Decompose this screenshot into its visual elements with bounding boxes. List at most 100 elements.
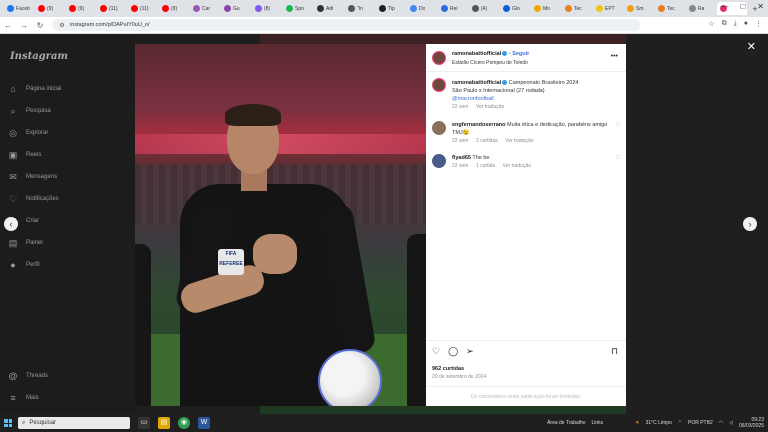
comment-avatar[interactable] xyxy=(432,121,446,135)
share-send-icon[interactable]: ➢ xyxy=(466,346,474,357)
sidebar-item[interactable]: ▣ Reels xyxy=(8,150,42,160)
likes-count[interactable]: 962 curtidas xyxy=(432,366,464,372)
caption-match: São Paulo x Internacional (27 rodada) xyxy=(452,88,545,94)
extensions-icon[interactable]: ⧉ xyxy=(722,20,727,28)
chrome-icon[interactable]: ◉ xyxy=(178,417,190,429)
chevron-up-icon[interactable]: ⌃ xyxy=(678,420,682,426)
comment-username[interactable]: flyad65 xyxy=(452,155,471,161)
language-indicator[interactable]: POR PTB2 xyxy=(688,420,713,426)
browser-tab[interactable]: Gu xyxy=(221,2,250,15)
caption-avatar[interactable] xyxy=(432,78,446,92)
weather-text[interactable]: 31°C Limpo xyxy=(646,420,672,426)
browser-tab[interactable]: (4) xyxy=(469,2,498,15)
more-options-icon[interactable]: ••• xyxy=(611,53,618,60)
browser-tab[interactable]: Tec xyxy=(562,2,591,15)
word-icon[interactable]: W xyxy=(198,417,210,429)
downloads-icon[interactable]: ⤓ xyxy=(734,20,737,28)
sidebar-bottom-item[interactable]: @ Threads xyxy=(8,371,48,381)
instagram-logo[interactable]: Instagram xyxy=(10,51,68,62)
browser-tab[interactable]: Do xyxy=(407,2,436,15)
caption-username[interactable]: ramonabattiofficial xyxy=(452,80,501,86)
home-icon: ⌂ xyxy=(10,84,16,94)
save-bookmark-icon[interactable]: ⊓ xyxy=(611,346,618,357)
browser-tab[interactable]: Ra xyxy=(686,2,715,15)
sidebar-item[interactable]: ● Perfil xyxy=(8,260,39,270)
tab-title: (11) xyxy=(140,5,149,12)
comment-likes[interactable]: 2 curtidas xyxy=(476,138,498,144)
follow-button[interactable]: Seguir xyxy=(512,51,529,57)
start-button[interactable] xyxy=(0,414,16,432)
comment-like-heart-icon[interactable]: ♡ xyxy=(615,122,620,128)
forward-icon[interactable]: → xyxy=(20,21,28,30)
sun-icon: ☀ xyxy=(635,420,640,426)
prev-post-arrow-icon[interactable]: ‹ xyxy=(4,217,18,231)
browser-tab[interactable]: Mo xyxy=(531,2,560,15)
comment-username[interactable]: engfernandoserrano xyxy=(452,122,505,128)
next-post-arrow-icon[interactable]: › xyxy=(743,217,757,231)
comment-translate-link[interactable]: Ver tradução xyxy=(503,163,531,169)
links-label[interactable]: Links xyxy=(591,420,603,426)
tab-favicon-icon xyxy=(410,5,417,12)
sidebar-item[interactable]: ▤ Painel xyxy=(8,238,43,248)
comment-likes[interactable]: 1 curtida xyxy=(476,163,495,169)
back-icon[interactable]: ← xyxy=(4,21,12,30)
site-info-icon[interactable]: ⚙ xyxy=(58,22,66,29)
profile-avatar-icon[interactable]: ● xyxy=(744,20,748,28)
browser-tab[interactable]: Adi xyxy=(314,2,343,15)
bookmark-star-icon[interactable]: ☆ xyxy=(708,20,714,28)
address-bar[interactable]: ⚙ instagram.com/p/DAPuIY0uU_o/ xyxy=(52,19,640,31)
browser-tab[interactable]: Glo xyxy=(500,2,529,15)
like-heart-icon[interactable]: ♡ xyxy=(432,346,440,357)
reload-icon[interactable]: ↻ xyxy=(36,21,44,30)
caption-translate-link[interactable]: Ver tradução xyxy=(476,104,504,110)
browser-tab[interactable]: Tec xyxy=(655,2,684,15)
browser-tab[interactable]: Rei xyxy=(438,2,467,15)
comment-like-heart-icon[interactable]: ♡ xyxy=(615,155,620,161)
browser-tab[interactable]: Spo xyxy=(283,2,312,15)
maximize-icon[interactable]: □ xyxy=(740,2,745,11)
close-modal-icon[interactable]: ✕ xyxy=(747,40,756,53)
browser-tab[interactable]: Sm xyxy=(624,2,653,15)
browser-tab[interactable]: (9) xyxy=(66,2,95,15)
browser-tab[interactable]: Car xyxy=(190,2,219,15)
comment-avatar[interactable] xyxy=(432,154,446,168)
tab-favicon-icon xyxy=(38,5,45,12)
author-avatar[interactable] xyxy=(432,51,446,65)
comment-item: flyad65 The be 22 sem 1 curtida Ver trad… xyxy=(452,154,612,170)
sidebar-item[interactable]: ♡ Notificações xyxy=(8,194,59,204)
desktop-label[interactable]: Área de Trabalho xyxy=(547,420,585,426)
browser-tab[interactable]: (11) xyxy=(97,2,126,15)
task-view-icon[interactable]: ▭ xyxy=(138,417,150,429)
tab-favicon-icon xyxy=(472,5,479,12)
browser-tab[interactable]: EPT xyxy=(593,2,622,15)
sidebar-item-label: Mais xyxy=(26,395,39,401)
minimize-icon[interactable]: — xyxy=(720,2,728,11)
browser-tab[interactable]: (11) xyxy=(128,2,157,15)
browser-tab[interactable]: Tip xyxy=(376,2,405,15)
sidebar-item[interactable]: ⌂ Página inicial xyxy=(8,84,61,94)
wifi-icon[interactable]: ◠ xyxy=(719,420,723,426)
comment-translate-link[interactable]: Ver tradução xyxy=(505,138,533,144)
sidebar-item[interactable]: ◎ Explorar xyxy=(8,128,48,138)
browser-tab[interactable]: (9) xyxy=(159,2,188,15)
comment-bubble-icon[interactable]: ◯ xyxy=(448,346,458,357)
post-location[interactable]: Estádio Cícero Pompeu de Toledo xyxy=(452,60,528,66)
volume-icon[interactable]: ◁ xyxy=(729,420,733,426)
taskbar-search[interactable]: ⌕ Pesquisar xyxy=(18,417,130,429)
browser-tab[interactable]: (8) xyxy=(252,2,281,15)
clock-date: 06/03/2025 xyxy=(738,423,764,429)
tab-title: Tec xyxy=(667,5,675,12)
menu-kebab-icon[interactable]: ⋮ xyxy=(755,20,762,28)
author-username[interactable]: ramonabattiofficial xyxy=(452,51,501,57)
sidebar-bottom-item[interactable]: ≡ Mais xyxy=(8,393,39,403)
sidebar-item[interactable]: ✉ Mensagens xyxy=(8,172,57,182)
file-explorer-icon[interactable]: ▤ xyxy=(158,417,170,429)
browser-tab[interactable]: (9) xyxy=(35,2,64,15)
browser-tab[interactable]: "In xyxy=(345,2,374,15)
clock[interactable]: 09:23 06/03/2025 xyxy=(739,417,764,429)
browser-tab[interactable]: Faceb xyxy=(4,2,33,15)
caption-mention[interactable]: @macronfootball xyxy=(452,96,494,102)
url-text: instagram.com/p/DAPuIY0uU_o/ xyxy=(70,22,150,28)
sidebar-item[interactable]: ⌕ Pesquisa xyxy=(8,106,50,116)
close-window-icon[interactable]: ✕ xyxy=(757,2,764,11)
